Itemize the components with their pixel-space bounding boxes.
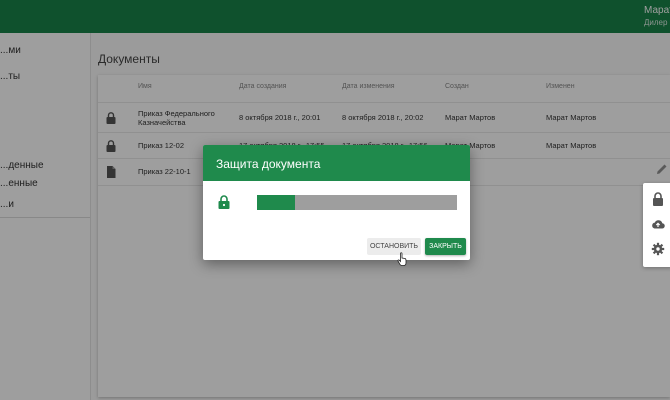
close-button[interactable]: ЗАКРЫТЬ — [425, 238, 466, 255]
protect-document-dialog: Защита документа ОСТАНОВИТЬ ЗАКРЫТЬ — [203, 145, 470, 260]
cloud-upload-icon[interactable] — [651, 217, 665, 231]
gear-icon[interactable] — [651, 242, 665, 256]
dialog-title: Защита документа — [216, 157, 321, 171]
pencil-icon[interactable] — [656, 163, 668, 175]
stop-button[interactable]: ОСТАНОВИТЬ — [367, 238, 421, 255]
lock-icon[interactable] — [651, 192, 665, 206]
side-action-menu — [643, 183, 670, 267]
mouse-cursor-icon — [397, 252, 407, 266]
progress-bar-fill — [257, 195, 295, 210]
lock-icon — [218, 195, 230, 209]
progress-bar — [257, 195, 457, 210]
dialog-header: Защита документа — [203, 145, 470, 181]
